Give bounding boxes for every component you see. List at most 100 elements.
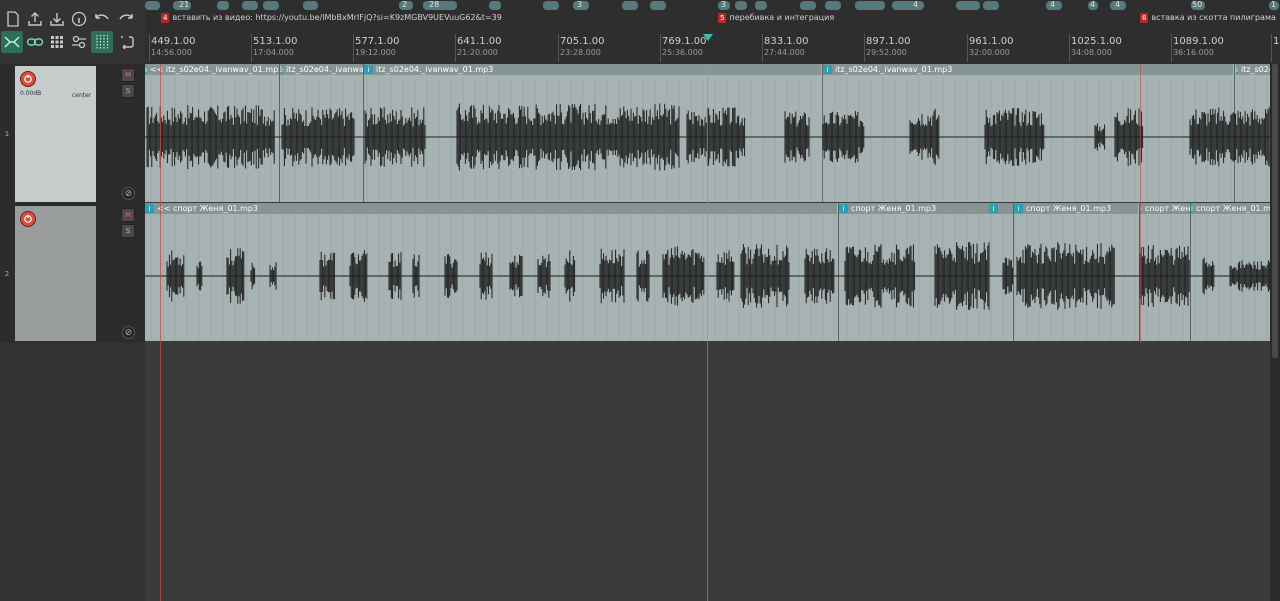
ruler-tick	[1171, 34, 1172, 62]
playhead-marker[interactable]	[703, 34, 713, 41]
undo-button[interactable]	[91, 8, 113, 30]
media-item-header[interactable]: iitz_s02e04._ivanwav_01.mp3	[364, 64, 821, 75]
scrollbar-thumb[interactable]	[1272, 64, 1278, 358]
region-block[interactable]	[303, 1, 318, 10]
project-marker[interactable]: 4 вставить из видео: https://youtu.be/lM…	[161, 12, 502, 23]
loop-button[interactable]	[115, 31, 137, 53]
media-item-name: itz_s02e04._ivanwav_01.mp3	[835, 65, 953, 74]
item-info-icon: i	[1191, 204, 1193, 213]
ruler-tick	[1069, 34, 1070, 62]
grid-button[interactable]	[46, 31, 68, 53]
region-block[interactable]	[755, 1, 767, 10]
phase-invert-icon[interactable]: ⊘	[122, 326, 135, 339]
item-info-icon: i	[281, 65, 283, 74]
track-number: 1	[0, 64, 14, 204]
open-project-button[interactable]	[24, 8, 46, 30]
media-item-header[interactable]: iitz_s02e04._ivanwav_01.mp3	[1236, 64, 1270, 75]
ruler-measure: 577.1.00	[355, 36, 400, 47]
ripple-icon	[4, 36, 20, 48]
marker-label: вставить из видео: https://youtu.be/lMbB…	[172, 13, 502, 22]
ruler-measure: 1025.1.00	[1071, 36, 1122, 47]
track-name-panel[interactable]	[15, 206, 96, 341]
vertical-scrollbar[interactable]	[1270, 64, 1280, 601]
project-marker[interactable]: 5 перебивка и интеграция	[718, 12, 834, 23]
region-block[interactable]	[800, 1, 816, 10]
save-project-button[interactable]	[46, 8, 68, 30]
track-control-panel-1[interactable]: 1 0.00dB center M S ⊘	[0, 64, 145, 204]
region-block[interactable]	[489, 1, 501, 10]
item-info-icon: i	[1236, 65, 1238, 74]
media-item-header[interactable]: iспорт Женя_01.mp3	[1140, 203, 1190, 214]
media-item-header[interactable]: iспорт Женя_01.mp3	[1191, 203, 1270, 214]
track-number: 2	[0, 204, 14, 343]
region-number: 4	[1115, 0, 1121, 9]
edit-cursor-line	[160, 64, 161, 601]
marker-id: 6	[1140, 12, 1149, 23]
record-icon	[24, 215, 32, 223]
marker-id: 4	[161, 12, 170, 23]
region-number: 3	[721, 0, 727, 9]
region-block[interactable]	[956, 1, 980, 10]
ruler-time: 21:20.000	[457, 48, 498, 57]
media-item-header[interactable]: iспорт Женя_01.mp3	[1014, 203, 1138, 214]
track-volume[interactable]: 0.00dB	[20, 90, 41, 97]
track-name-panel[interactable]: 0.00dB center	[15, 66, 96, 202]
media-item-name: спорт Женя_01.mp3	[1144, 204, 1190, 213]
media-item-name: << itz_s02e04._ivanwav_01.mp3	[149, 65, 283, 74]
region-number: 28	[429, 0, 440, 9]
record-icon	[24, 75, 32, 83]
region-block[interactable]	[242, 1, 258, 10]
region-block[interactable]	[983, 1, 999, 10]
item-info-icon: i	[145, 204, 154, 213]
region-number: 1	[1271, 0, 1277, 9]
ripple-edit-button[interactable]	[1, 31, 23, 53]
media-item-header[interactable]: i << спорт Женя_01.mp3	[145, 203, 837, 214]
region-block[interactable]	[145, 1, 160, 10]
region-block[interactable]	[892, 1, 924, 10]
media-item-name: спорт Женя_01.mp3	[851, 204, 937, 213]
region-block[interactable]	[263, 1, 279, 10]
project-info-button[interactable]	[68, 8, 90, 30]
track-list-empty-area[interactable]	[0, 343, 145, 601]
undo-icon	[95, 14, 109, 20]
region-block[interactable]	[650, 1, 666, 10]
grid-icon	[51, 36, 63, 48]
region-block[interactable]	[217, 1, 229, 10]
mute-button[interactable]: M	[121, 68, 135, 82]
media-item-header[interactable]: i	[989, 203, 1013, 214]
ruler-time: 23:28.000	[560, 48, 601, 57]
envelope-lock-button[interactable]	[68, 31, 90, 53]
ruler-measure: 513.1.00	[253, 36, 298, 47]
ruler-time: 14:56.000	[151, 48, 192, 57]
item-info-icon: i	[364, 65, 373, 74]
region-block[interactable]	[622, 1, 638, 10]
track-control-panel-2[interactable]: 2 M S ⊘	[0, 204, 145, 343]
region-block[interactable]	[825, 1, 841, 10]
project-marker[interactable]: 6 вставка из скотта пилиграма	[1140, 12, 1276, 23]
timeline-ruler[interactable]: 21 2 28 3 3 4 4 4 4 50 1 4 вставить из в…	[145, 0, 1280, 64]
media-item-header[interactable]: iitz_s02e04._ivanwav_01.mp3	[281, 64, 363, 75]
track-pan[interactable]: center	[72, 92, 91, 99]
solo-button[interactable]: S	[121, 84, 135, 98]
item-grouping-button[interactable]	[24, 31, 46, 53]
marker-label: перебивка и интеграция	[729, 13, 835, 22]
mute-button[interactable]: M	[121, 208, 135, 222]
redo-button[interactable]	[115, 8, 137, 30]
media-item-header[interactable]: iitz_s02e04._ivanwav_01.mp3	[823, 64, 1233, 75]
loop-icon	[121, 36, 134, 50]
new-project-button[interactable]	[2, 8, 24, 30]
region-block[interactable]	[735, 1, 747, 10]
media-item-header[interactable]: i << itz_s02e04._ivanwav_01.mp3	[145, 64, 283, 75]
playhead-line[interactable]	[707, 64, 708, 601]
snap-button[interactable]	[91, 31, 113, 53]
ruler-measure: 705.1.00	[560, 36, 605, 47]
ruler-measure: 961.1.00	[969, 36, 1014, 47]
region-block[interactable]	[543, 1, 559, 10]
record-arm-button[interactable]	[20, 211, 36, 227]
region-block[interactable]	[855, 1, 885, 10]
media-item-header[interactable]: iспорт Женя_01.mp3	[839, 203, 989, 214]
media-item-name: спорт Женя_01.mp3	[1195, 204, 1270, 213]
solo-button[interactable]: S	[121, 224, 135, 238]
phase-invert-icon[interactable]: ⊘	[122, 187, 135, 200]
record-arm-button[interactable]	[20, 71, 36, 87]
